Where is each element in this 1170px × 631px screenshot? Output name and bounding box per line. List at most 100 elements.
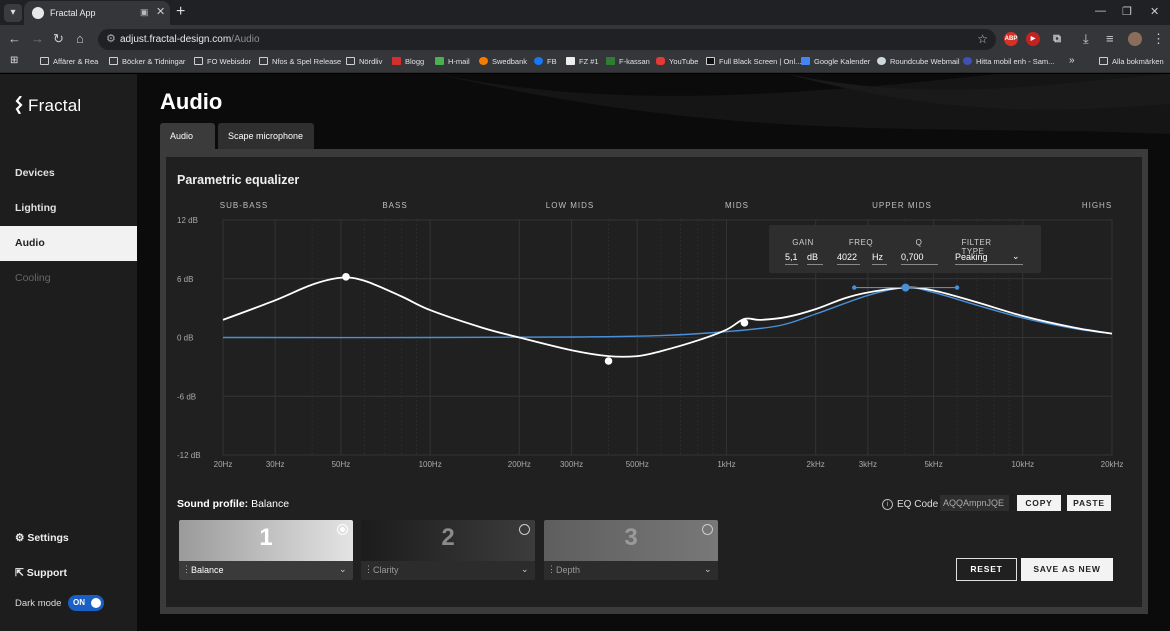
bookmark-item[interactable]: YouTube xyxy=(656,57,698,66)
bookmark-item[interactable]: Affärer & Rea xyxy=(40,57,98,66)
bookmark-label: Nördliv xyxy=(359,57,383,66)
bookmark-star-icon[interactable]: ☆ xyxy=(977,32,988,46)
paste-button[interactable]: PASTE xyxy=(1067,495,1111,511)
all-bookmarks[interactable]: Alla bokmärken xyxy=(1099,57,1164,66)
chevron-down-icon[interactable]: ⌄ xyxy=(521,564,529,575)
tab-scape-microphone[interactable]: Scape microphone xyxy=(218,123,314,149)
fractal-logo[interactable]: Fractal xyxy=(14,96,81,116)
window-close-icon[interactable]: ✕ xyxy=(1150,5,1159,18)
preset-radio[interactable] xyxy=(337,524,348,535)
bookmark-item[interactable]: Nfos & Spel Release xyxy=(259,57,341,66)
bookmark-item[interactable]: Swedbank xyxy=(479,57,527,66)
fkassan-icon xyxy=(606,57,615,65)
back-icon[interactable]: ← xyxy=(8,31,21,46)
url-host: adjust.fractal-design.com xyxy=(120,34,232,45)
bookmark-item[interactable]: H-mail xyxy=(435,57,470,66)
minimize-icon[interactable]: — xyxy=(1095,5,1106,17)
eq-code-field[interactable]: AQQAmpnJQE xyxy=(940,495,1009,511)
download-icon[interactable]: ⤓ xyxy=(1083,31,1089,47)
bookmark-item[interactable]: Böcker & Tidningar xyxy=(109,57,185,66)
preset-radio[interactable] xyxy=(519,524,530,535)
reload-icon[interactable]: ↻ xyxy=(53,31,64,47)
chevron-down-icon[interactable]: ⌄ xyxy=(339,564,347,575)
maximize-icon[interactable]: ❐ xyxy=(1122,5,1132,18)
profile-avatar[interactable] xyxy=(1128,32,1142,46)
filter-popup: GAIN 5,1 dB FREQ 4022 Hz Q 0,700 FILTER … xyxy=(769,225,1041,273)
preset-card-3[interactable]: 3 ⋮ Depth ⌄ xyxy=(544,520,718,580)
info-icon[interactable]: i xyxy=(882,499,893,510)
location-icon xyxy=(963,57,972,65)
bookmark-item[interactable]: Hitta mobil enh - Sam... xyxy=(963,57,1054,66)
bookmark-item[interactable]: Google Kalender xyxy=(801,57,870,66)
adblock-extension-icon[interactable]: ABP xyxy=(1004,32,1018,46)
tab-search-chevron-icon[interactable]: ▾ xyxy=(4,4,22,22)
band-label-low-mids: LOW MIDS xyxy=(545,201,595,210)
more-bookmarks-icon[interactable]: » xyxy=(1069,55,1075,66)
media-icon[interactable]: ▣ xyxy=(140,7,149,18)
bookmark-label: Blogg xyxy=(405,57,425,66)
q-handle-left[interactable] xyxy=(852,285,857,290)
extensions-icon[interactable]: ⧉ xyxy=(1050,32,1064,46)
bookmark-item[interactable]: Nördliv xyxy=(346,57,382,66)
apps-grid-icon[interactable]: ⊞ xyxy=(10,55,18,66)
drag-handle-icon[interactable]: ⋮ xyxy=(547,564,556,575)
site-info-icon[interactable]: ⚙ xyxy=(106,32,116,45)
mail-icon xyxy=(435,57,444,65)
eq-point-2[interactable] xyxy=(604,357,613,365)
bookmark-item[interactable]: Blogg xyxy=(392,57,424,66)
youtube-extension-icon[interactable]: ▶ xyxy=(1026,32,1040,46)
copy-button[interactable]: COPY xyxy=(1017,495,1061,511)
dark-mode-toggle[interactable]: ON xyxy=(68,595,104,611)
bookmark-item[interactable]: Roundcube Webmail xyxy=(877,57,960,66)
equalizer-card: Parametric equalizer SUB-BASS BASS LOW M… xyxy=(166,157,1142,607)
browser-menu-icon[interactable]: ⋮ xyxy=(1152,31,1165,47)
sidebar-item-cooling[interactable]: Cooling xyxy=(0,261,137,296)
sidebar-item-audio[interactable]: Audio xyxy=(0,226,137,261)
media-control-icon[interactable]: ≡ xyxy=(1106,31,1114,46)
support-link[interactable]: ⇱ Support xyxy=(15,567,67,579)
preset-card-2[interactable]: 2 ⋮ Clarity ⌄ xyxy=(361,520,535,580)
eq-point-1[interactable] xyxy=(342,272,350,281)
tab-title: Fractal App xyxy=(50,8,96,18)
bookmark-item[interactable]: F-kassan xyxy=(606,57,650,66)
folder-icon xyxy=(40,57,49,65)
page-title: Audio xyxy=(160,89,223,114)
sidebar-item-devices[interactable]: Devices xyxy=(0,156,137,191)
close-tab-icon[interactable]: ✕ xyxy=(156,5,165,18)
bookmark-item[interactable]: Full Black Screen | Onl... xyxy=(706,57,801,66)
bookmark-item[interactable]: FO Webisdor xyxy=(194,57,251,66)
external-link-icon: ⇱ xyxy=(15,567,24,579)
address-bar[interactable]: ⚙ adjust.fractal-design.com/Audio ☆ xyxy=(98,29,996,50)
youtube-icon xyxy=(656,57,665,65)
save-as-new-button[interactable]: SAVE AS NEW xyxy=(1021,558,1113,581)
bookmark-label: FZ #1 xyxy=(579,57,599,66)
new-tab-icon[interactable]: + xyxy=(176,3,185,21)
bookmark-item[interactable]: FZ #1 xyxy=(566,57,599,66)
eq-point-3[interactable] xyxy=(740,319,749,327)
roundcube-icon xyxy=(877,57,886,65)
forward-icon[interactable]: → xyxy=(31,31,44,46)
drag-handle-icon[interactable]: ⋮ xyxy=(182,564,191,575)
chevron-down-icon[interactable]: ⌄ xyxy=(1012,251,1020,262)
x-tick-label: 50Hz xyxy=(332,460,351,469)
drag-handle-icon[interactable]: ⋮ xyxy=(364,564,373,575)
browser-tab[interactable]: Fractal App ▣ ✕ xyxy=(24,1,170,25)
settings-link[interactable]: ⚙ Settings xyxy=(15,532,69,544)
sidebar-item-lighting[interactable]: Lighting xyxy=(0,191,137,226)
home-icon[interactable]: ⌂ xyxy=(76,31,84,46)
browser-toolbar: ← → ↻ ⌂ ⚙ adjust.fractal-design.com/Audi… xyxy=(0,25,1170,53)
bookmark-item[interactable]: FB xyxy=(534,57,557,66)
preset-radio[interactable] xyxy=(702,524,713,535)
y-tick-label: 6 dB xyxy=(177,275,193,284)
preset-card-1[interactable]: 1 ⋮ Balance ⌄ xyxy=(179,520,353,580)
freq-input[interactable]: 4022 xyxy=(837,252,860,265)
chevron-down-icon[interactable]: ⌄ xyxy=(704,564,712,575)
q-handle-right[interactable] xyxy=(954,285,960,290)
y-tick-label: -6 dB xyxy=(177,392,196,401)
bookmarks-bar: ⊞ Affärer & Rea Böcker & Tidningar FO We… xyxy=(0,53,1170,73)
q-input[interactable]: 0,700 xyxy=(901,252,938,265)
eq-point-selected[interactable] xyxy=(901,283,910,292)
gain-input[interactable]: 5,1 xyxy=(785,252,798,265)
tab-audio[interactable]: Audio xyxy=(160,123,215,149)
reset-button[interactable]: RESET xyxy=(956,558,1017,581)
